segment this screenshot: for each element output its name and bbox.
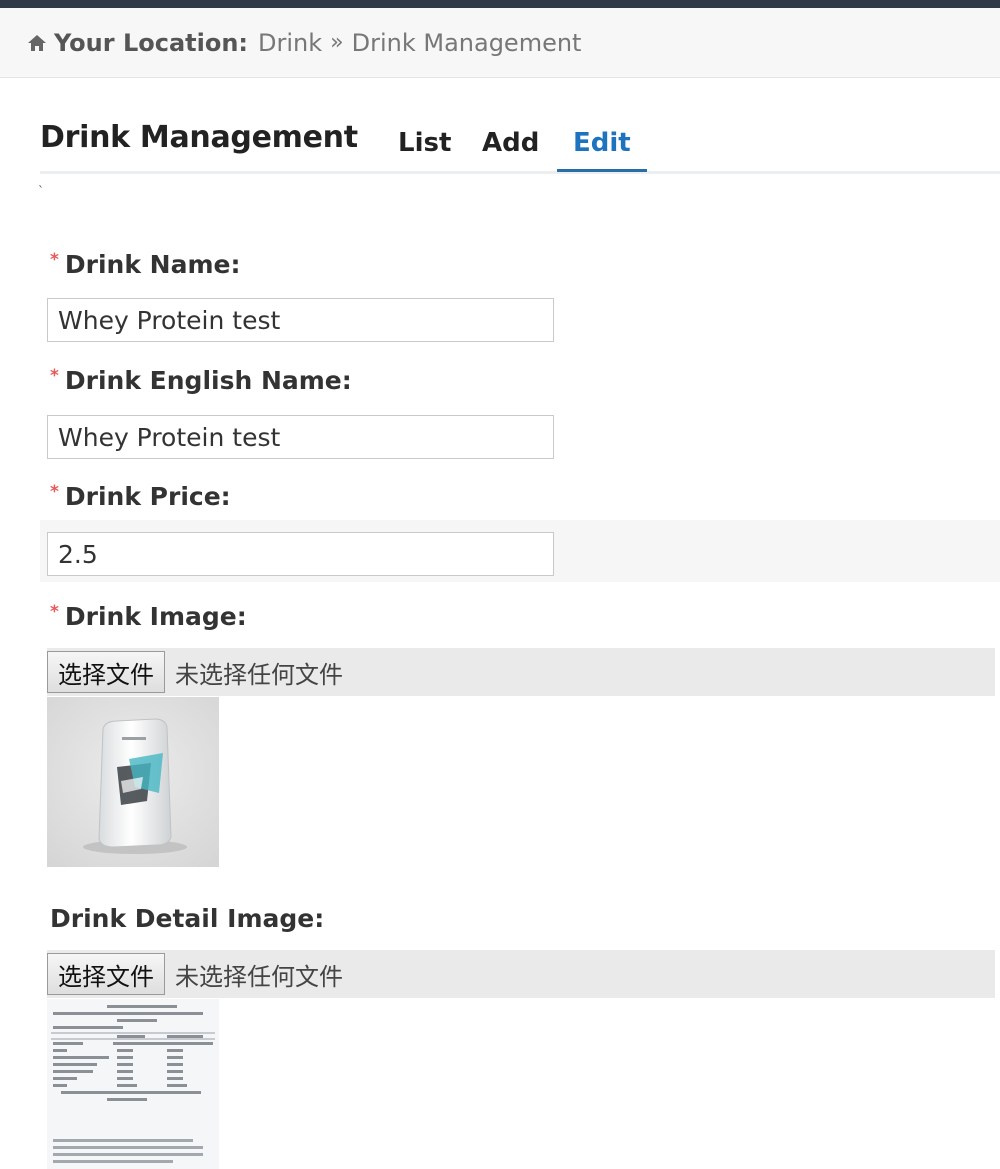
- drink-english-name-input[interactable]: [47, 415, 554, 459]
- drink-detail-image-preview: [47, 999, 219, 1169]
- breadcrumb: Your Location: Drink » Drink Management: [0, 8, 1000, 78]
- drink-image-file-input[interactable]: 选择文件 未选择任何文件: [47, 648, 995, 696]
- drink-detail-image-label: Drink Detail Image:: [50, 904, 325, 933]
- top-bar: [0, 0, 1000, 8]
- required-mark: *: [50, 250, 59, 270]
- protein-bag-image: [47, 697, 219, 867]
- page-title: Drink Management: [40, 120, 358, 155]
- active-tab-indicator: [557, 169, 647, 172]
- breadcrumb-item-drink[interactable]: Drink: [258, 29, 322, 57]
- breadcrumb-label: Your Location:: [54, 28, 249, 57]
- required-mark: *: [50, 366, 59, 386]
- tab-edit[interactable]: Edit: [573, 128, 631, 158]
- header-tick: ˋ: [38, 184, 44, 198]
- breadcrumb-item-drink-management[interactable]: Drink Management: [352, 29, 582, 57]
- no-file-text: 未选择任何文件: [175, 660, 343, 689]
- required-mark: *: [50, 482, 59, 502]
- choose-file-button[interactable]: 选择文件: [47, 953, 165, 995]
- nutrition-label-image: [47, 999, 219, 1169]
- breadcrumb-separator: »: [330, 30, 344, 55]
- tab-list[interactable]: List: [398, 128, 451, 158]
- choose-file-button[interactable]: 选择文件: [47, 651, 165, 693]
- header-divider: [40, 171, 1000, 174]
- page-header: Drink Management List Add Edit: [40, 120, 1000, 176]
- drink-price-label: * Drink Price:: [50, 482, 231, 511]
- drink-image-label: * Drink Image:: [50, 602, 247, 631]
- drink-detail-image-file-input[interactable]: 选择文件 未选择任何文件: [47, 950, 995, 998]
- tab-add[interactable]: Add: [482, 128, 539, 158]
- home-icon: [28, 34, 46, 51]
- drink-english-name-label: * Drink English Name:: [50, 366, 352, 395]
- no-file-text: 未选择任何文件: [175, 962, 343, 991]
- drink-image-preview: [47, 697, 219, 867]
- drink-name-label: * Drink Name:: [50, 250, 241, 279]
- drink-price-input[interactable]: [47, 532, 554, 576]
- drink-name-input[interactable]: [47, 298, 554, 342]
- required-mark: *: [50, 602, 59, 622]
